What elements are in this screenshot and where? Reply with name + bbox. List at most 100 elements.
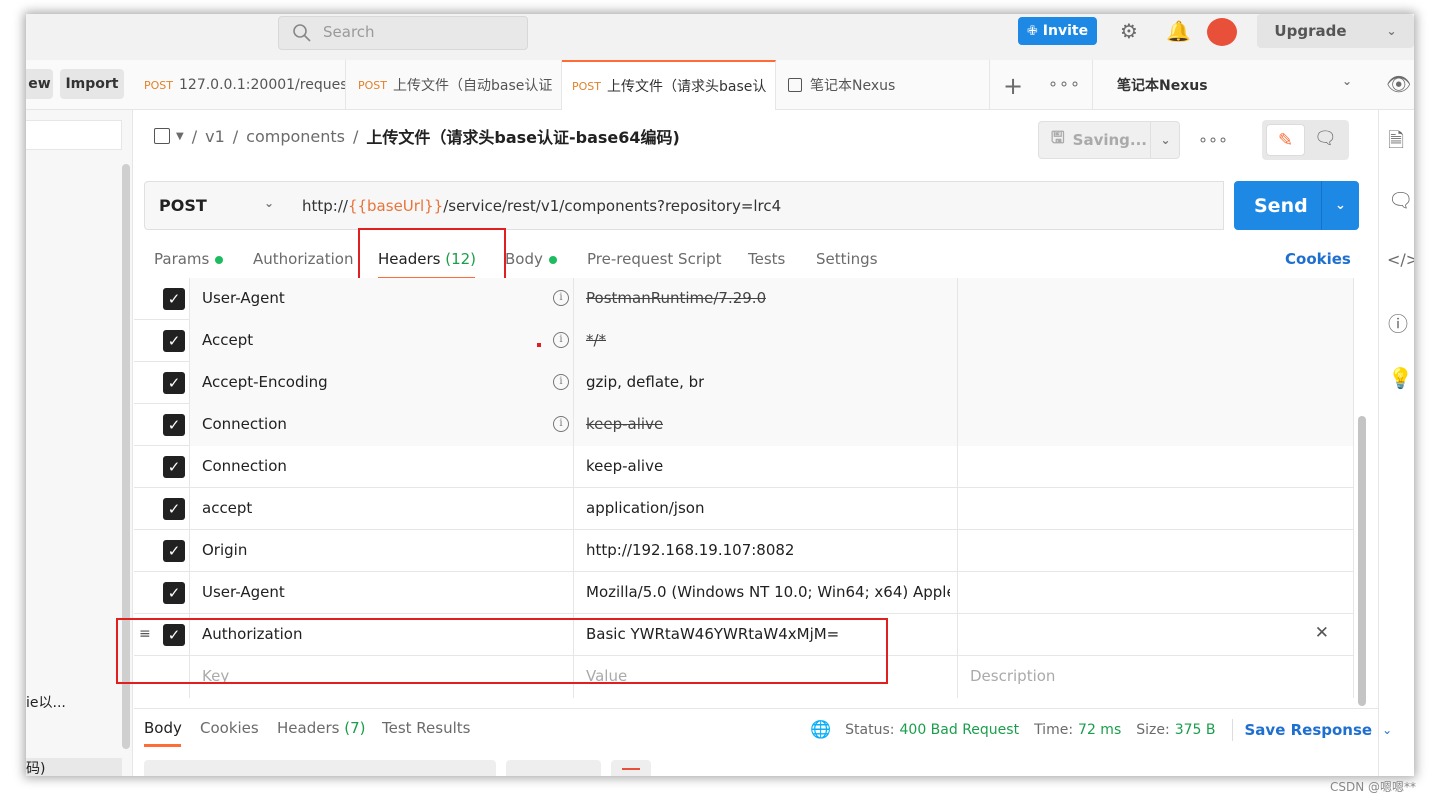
- info-icon[interactable]: ⓘ: [1388, 308, 1408, 337]
- headers-scrollbar[interactable]: [1358, 282, 1366, 706]
- tab-environment[interactable]: 笔记本Nexus: [776, 60, 990, 110]
- tab-prerequest[interactable]: Pre-request Script: [587, 250, 722, 274]
- page-title[interactable]: 上传文件（请求头base认证-base64编码): [366, 124, 679, 148]
- tab-request-3[interactable]: POST 上传文件（请求头base认: [562, 60, 776, 110]
- new-button[interactable]: ew: [26, 69, 53, 99]
- checkbox[interactable]: ✓: [163, 330, 185, 352]
- checkbox[interactable]: ✓: [163, 456, 185, 478]
- breadcrumb-sep: /: [191, 126, 198, 146]
- header-key[interactable]: Origin: [202, 541, 247, 559]
- search-input[interactable]: Search: [278, 16, 528, 50]
- documentation-icon[interactable]: 🗎: [1388, 126, 1404, 160]
- checkbox[interactable]: ✓: [163, 372, 185, 394]
- tab-settings[interactable]: Settings: [816, 250, 878, 274]
- search-icon: [293, 24, 311, 42]
- settings-icon[interactable]: ⚙: [1120, 19, 1138, 43]
- tab-authorization[interactable]: Authorization: [253, 250, 353, 274]
- globe-icon[interactable]: 🌐: [810, 720, 831, 740]
- header-key[interactable]: Connection: [202, 415, 287, 433]
- edit-pencil-icon[interactable]: ✎: [1266, 124, 1305, 156]
- sidebar-item[interactable]: 码): [26, 758, 122, 776]
- header-value[interactable]: PostmanRuntime/7.29.0: [586, 289, 766, 307]
- chevron-down-icon[interactable]: ⌄: [1150, 121, 1180, 159]
- url-suffix: /service/rest/v1/components?repository=l…: [443, 196, 782, 215]
- invite-button[interactable]: ✙ Invite: [1018, 17, 1097, 45]
- header-value[interactable]: keep-alive: [586, 415, 663, 433]
- more-tabs-icon[interactable]: ∘∘∘: [1048, 74, 1081, 93]
- header-value[interactable]: keep-alive: [586, 457, 663, 475]
- info-icon[interactable]: i: [553, 374, 569, 390]
- chevron-down-icon[interactable]: ⌄: [1382, 723, 1392, 737]
- checkbox[interactable]: ✓: [163, 414, 185, 436]
- size-value[interactable]: 375 B: [1175, 722, 1216, 738]
- avatar[interactable]: [1207, 18, 1237, 46]
- checkbox[interactable]: ✓: [163, 498, 185, 520]
- checkbox[interactable]: ✓: [163, 288, 185, 310]
- eye-icon[interactable]: 👁: [1386, 72, 1411, 96]
- header-value[interactable]: */*: [586, 331, 606, 349]
- tab-body[interactable]: Body: [505, 250, 557, 274]
- tab-label: Cookies: [200, 719, 259, 737]
- chevron-down-icon[interactable]: ▼: [176, 131, 184, 142]
- info-icon[interactable]: i: [553, 332, 569, 348]
- import-button[interactable]: Import: [60, 69, 124, 99]
- header-key[interactable]: Connection: [202, 457, 287, 475]
- response-tab-headers[interactable]: Headers (7): [277, 719, 365, 737]
- chevron-down-icon[interactable]: ⌄: [1321, 181, 1359, 230]
- scroll-thumb[interactable]: [1358, 416, 1366, 706]
- response-tab-cookies[interactable]: Cookies: [200, 719, 259, 737]
- bell-icon[interactable]: 🔔: [1166, 19, 1191, 43]
- status-dot: [215, 255, 224, 264]
- tab-tests[interactable]: Tests: [748, 250, 785, 274]
- header-value[interactable]: gzip, deflate, br: [586, 373, 704, 391]
- breadcrumb-item[interactable]: v1: [205, 127, 225, 146]
- header-value[interactable]: Mozilla/5.0 (Windows NT 10.0; Win64; x64…: [586, 583, 950, 601]
- code-icon[interactable]: </>: [1387, 250, 1414, 269]
- time-value[interactable]: 72 ms: [1078, 722, 1121, 738]
- header-value[interactable]: application/json: [586, 499, 704, 517]
- status-badge[interactable]: 400 Bad Request: [900, 722, 1020, 738]
- add-tab-icon[interactable]: +: [1003, 72, 1023, 100]
- response-view-switcher[interactable]: [144, 760, 496, 776]
- sidebar-item[interactable]: ie以...: [26, 692, 66, 712]
- header-key[interactable]: User-Agent: [202, 583, 285, 601]
- tab-label: Settings: [816, 250, 878, 268]
- checkbox[interactable]: ✓: [163, 540, 185, 562]
- response-tab-test-results[interactable]: Test Results: [382, 719, 470, 737]
- format-select[interactable]: [506, 760, 601, 776]
- wrap-lines-button[interactable]: [611, 760, 651, 776]
- sidebar-filter-input[interactable]: [26, 120, 122, 150]
- method-select[interactable]: POST ⌄: [144, 181, 289, 230]
- tab-request-1[interactable]: POST 127.0.0.1:20001/request/: [134, 60, 346, 110]
- postman-window: Search ✙ Invite ⚙ 🔔 Upgrade ⌄ ew Import …: [26, 14, 1414, 776]
- checkbox[interactable]: ✓: [163, 582, 185, 604]
- breadcrumb-item[interactable]: components: [246, 127, 345, 146]
- tab-params[interactable]: Params: [154, 250, 224, 274]
- header-key[interactable]: Accept: [202, 331, 253, 349]
- description-input[interactable]: Description: [970, 667, 1055, 685]
- header-key[interactable]: accept: [202, 499, 252, 517]
- tab-count: (7): [344, 719, 366, 737]
- header-key[interactable]: User-Agent: [202, 289, 285, 307]
- request-icon: [154, 128, 170, 144]
- environment-selector[interactable]: 笔记本Nexus ⌄: [1092, 60, 1366, 110]
- tab-request-2[interactable]: POST 上传文件（自动base认证: [346, 60, 562, 110]
- upgrade-button[interactable]: Upgrade ⌄: [1257, 14, 1414, 48]
- url-input[interactable]: http:// {{baseUrl}} /service/rest/v1/com…: [288, 181, 1224, 230]
- response-tab-body[interactable]: Body: [144, 719, 182, 737]
- comment-view-icon[interactable]: 🗨: [1314, 128, 1337, 149]
- save-button[interactable]: 🖫 Saving... ⌄: [1038, 121, 1180, 159]
- info-icon[interactable]: i: [553, 416, 569, 432]
- more-icon[interactable]: ∘∘∘: [1198, 130, 1228, 149]
- header-key[interactable]: Accept-Encoding: [202, 373, 328, 391]
- lightbulb-icon[interactable]: 💡: [1388, 366, 1413, 390]
- info-icon[interactable]: i: [553, 290, 569, 306]
- save-response-button[interactable]: Save Response: [1245, 721, 1373, 739]
- cookies-link[interactable]: Cookies: [1285, 250, 1351, 274]
- tab-method: POST: [572, 79, 601, 93]
- comments-icon[interactable]: 🗨: [1388, 188, 1413, 212]
- send-button[interactable]: Send ⌄: [1234, 181, 1359, 230]
- header-value[interactable]: http://192.168.19.107:8082: [586, 541, 794, 559]
- close-icon[interactable]: ✕: [1315, 623, 1329, 643]
- method-value: POST: [159, 196, 207, 215]
